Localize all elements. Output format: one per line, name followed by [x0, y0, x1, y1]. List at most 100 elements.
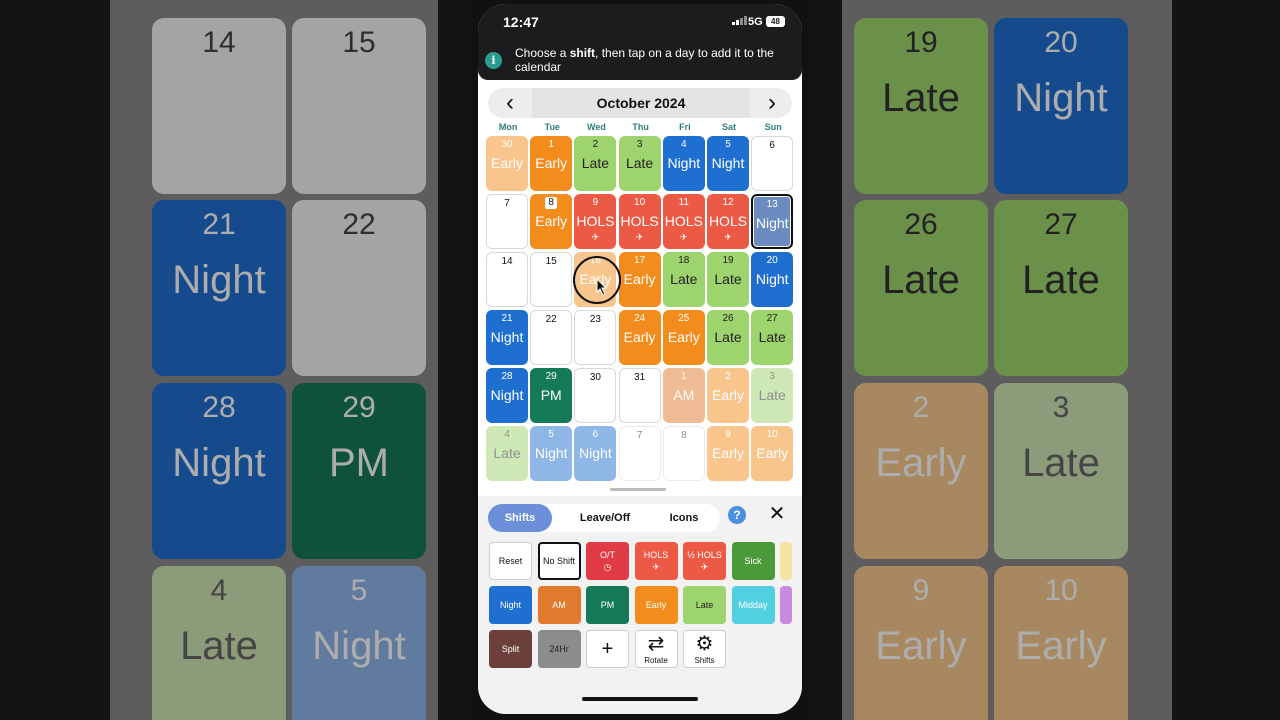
shift-button-late[interactable]: Late: [683, 586, 726, 624]
calendar-day-cell[interactable]: 4 Late: [486, 426, 528, 481]
day-number: 6: [769, 140, 775, 151]
calendar-day-cell[interactable]: 1 Early: [530, 136, 573, 191]
calendar-day-cell[interactable]: 26 Late: [707, 310, 749, 365]
shift-label: Early: [535, 155, 568, 171]
calendar-day-cell[interactable]: 10 Early: [751, 426, 794, 481]
shift-button-pm[interactable]: PM: [586, 586, 629, 624]
calendar-day-cell[interactable]: 30: [574, 368, 617, 423]
shift-button-24hr[interactable]: 24Hr: [537, 630, 581, 668]
calendar-day-cell[interactable]: 2 Late: [574, 136, 617, 191]
shift-button-shifts[interactable]: ⚙ Shifts: [683, 630, 726, 668]
day-number: 26: [722, 313, 734, 324]
battery-icon: 48: [766, 16, 785, 27]
shift-button-label: 24Hr: [549, 644, 569, 654]
shift-button-reset[interactable]: Reset: [489, 542, 532, 580]
shift-button-plus-icon[interactable]: +: [586, 630, 629, 668]
calendar-day-cell[interactable]: 6: [751, 136, 794, 191]
plane-icon: ✈: [700, 562, 709, 572]
calendar-day-cell[interactable]: 29 PM: [530, 368, 573, 423]
shift-button-split[interactable]: Split: [489, 630, 532, 668]
shift-button-night[interactable]: Night: [489, 586, 532, 624]
calendar-day-cell[interactable]: 14: [486, 252, 528, 307]
calendar-day-cell[interactable]: 17 Early: [618, 252, 661, 307]
calendar-day-cell[interactable]: 5 Night: [707, 136, 749, 191]
question-icon: ?: [733, 508, 741, 522]
day-number: 14: [501, 256, 513, 267]
weekday-label: Mon: [498, 122, 518, 132]
shift-label: HOLS: [576, 213, 615, 229]
weekday-label: Thu: [632, 122, 649, 132]
day-number: 2: [592, 139, 599, 150]
drawer-handle[interactable]: [610, 488, 666, 491]
calendar-day-cell[interactable]: 19 Late: [707, 252, 749, 307]
calendar-day-cell[interactable]: 13 Night: [751, 194, 794, 249]
plus-icon: +: [601, 638, 614, 660]
calendar-day-cell[interactable]: 28 Night: [486, 368, 528, 423]
calendar-day-cell[interactable]: 30 Early: [486, 136, 528, 191]
shift-button-midday[interactable]: Midday: [731, 586, 775, 624]
close-button[interactable]: ✕: [767, 502, 787, 526]
instruction-banner: i Choose a shift, then tap on a day to a…: [478, 40, 802, 80]
calendar-day-cell[interactable]: 15: [530, 252, 573, 307]
shift-button-early[interactable]: Early: [634, 586, 678, 624]
calendar-day-cell[interactable]: 2 Early: [707, 368, 749, 423]
day-number: 3: [636, 139, 643, 150]
calendar-day-cell[interactable]: 1 AM: [662, 368, 705, 423]
tab-shifts[interactable]: Shifts: [488, 504, 552, 532]
calendar-day-cell[interactable]: 5 Night: [530, 426, 573, 481]
shift-button-hols[interactable]: HOLS ✈: [634, 542, 678, 580]
calendar-day-cell[interactable]: 22: [530, 310, 573, 365]
close-icon: ✕: [768, 503, 786, 525]
calendar-day-cell[interactable]: 25 Early: [662, 310, 705, 365]
tab-icons[interactable]: Icons: [648, 504, 720, 532]
calendar-day-cell[interactable]: 12 HOLS ✈: [707, 194, 749, 249]
calendar-day-cell[interactable]: 3 Late: [618, 136, 661, 191]
calendar-day-cell[interactable]: 8 Early: [530, 194, 573, 249]
calendar-day-cell[interactable]: 11 HOLS ✈: [662, 194, 705, 249]
calendar-day-cell[interactable]: 7: [618, 426, 661, 481]
calendar-day-cell[interactable]: 24 Early: [618, 310, 661, 365]
day-number: 7: [504, 198, 510, 209]
calendar-day-cell[interactable]: 10 HOLS ✈: [618, 194, 661, 249]
calendar-day-cell[interactable]: 16 Early: [574, 252, 617, 307]
help-button[interactable]: ?: [728, 506, 746, 524]
day-number: 30: [589, 372, 601, 383]
calendar-day-cell[interactable]: 21 Night: [486, 310, 528, 365]
shift-button-o-t[interactable]: O/T ◷: [586, 542, 629, 580]
home-indicator: [582, 697, 698, 701]
background-dim-overlay: [110, 0, 438, 720]
prev-month-button[interactable]: ‹: [490, 88, 530, 118]
calendar-day-cell[interactable]: 20 Night: [751, 252, 794, 307]
calendar-day-cell[interactable]: 27 Late: [751, 310, 794, 365]
shift-label: Night: [667, 155, 701, 171]
calendar-day-cell[interactable]: 9 Early: [707, 426, 749, 481]
day-number: 23: [589, 314, 601, 325]
calendar-day-cell[interactable]: 23: [574, 310, 617, 365]
day-number: 1: [548, 139, 554, 150]
calendar-day-cell[interactable]: 7: [486, 194, 528, 249]
shift-button-swatch[interactable]: [780, 586, 792, 624]
shift-button-no-shift[interactable]: No Shift: [537, 542, 581, 580]
calendar-day-cell[interactable]: 9 HOLS ✈: [574, 194, 617, 249]
shift-button-label: Late: [695, 600, 714, 610]
shift-button-swatch[interactable]: [780, 542, 792, 580]
shift-button-sick[interactable]: Sick: [731, 542, 775, 580]
calendar-day-cell[interactable]: 18 Late: [662, 252, 705, 307]
shift-button-label: O/T: [600, 550, 615, 560]
calendar-day-cell[interactable]: 6 Night: [574, 426, 617, 481]
next-month-button[interactable]: ›: [752, 88, 792, 118]
shift-button--hols[interactable]: ½ HOLS ✈: [683, 542, 726, 580]
clock-icon: ◷: [603, 562, 612, 572]
shift-label: PM: [540, 387, 562, 403]
month-title[interactable]: October 2024: [532, 88, 750, 118]
shift-button-am[interactable]: AM: [537, 586, 581, 624]
day-number: 10: [766, 429, 778, 440]
calendar-day-cell[interactable]: 8: [662, 426, 705, 481]
day-number: 25: [678, 313, 690, 324]
calendar-day-cell[interactable]: 31: [618, 368, 661, 423]
calendar-day-cell[interactable]: 3 Late: [751, 368, 794, 423]
tab-leaveoff[interactable]: Leave/Off: [562, 504, 648, 532]
calendar-day-cell[interactable]: 4 Night: [662, 136, 705, 191]
shift-label: Early: [623, 271, 656, 287]
shift-button-rotate[interactable]: ⇄ Rotate: [634, 630, 678, 668]
